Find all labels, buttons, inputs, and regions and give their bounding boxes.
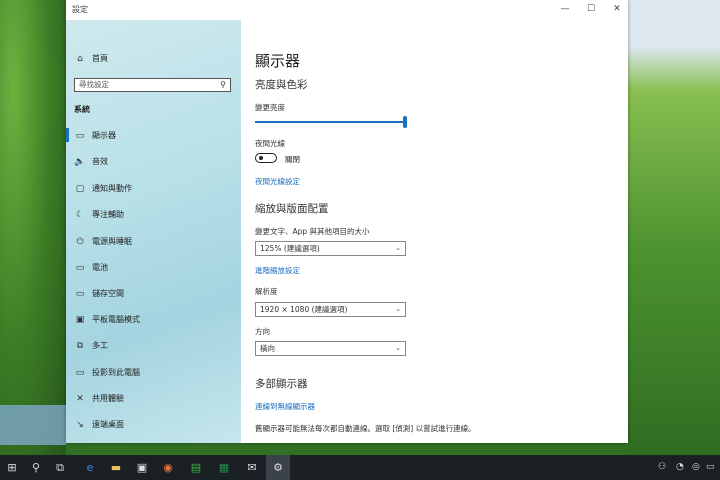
sidebar-item-power[interactable]: ⏻ 電源與睡眠 (74, 236, 132, 247)
advanced-scale-link[interactable]: 進階縮放設定 (255, 265, 300, 276)
night-light-settings-link[interactable]: 夜間光線設定 (255, 176, 300, 187)
battery-icon: ▭ (75, 262, 85, 273)
resolution-dropdown[interactable]: 1920 × 1080 (建議選項) ⌄ (255, 302, 406, 317)
search-icon: ⚲ (220, 80, 226, 89)
search-input[interactable]: 尋找設定 ⚲ (74, 78, 231, 92)
brightness-slider-thumb[interactable] (403, 116, 407, 128)
wifi-icon[interactable]: ◔ (676, 455, 684, 480)
active-indicator (66, 128, 69, 142)
title-bar[interactable]: 設定 — ☐ ✕ (66, 0, 628, 20)
sidebar-item-label: 儲存空間 (92, 289, 124, 298)
sidebar-item-multitasking[interactable]: ⧉ 多工 (74, 340, 108, 351)
start-button[interactable]: ⊞ (0, 455, 24, 480)
night-light-label: 夜間光線 (255, 139, 285, 148)
sidebar-item-shared-experiences[interactable]: ✕ 共用體驗 (74, 393, 124, 404)
sidebar-item-label: 平板電腦模式 (92, 315, 140, 324)
window-title: 設定 (72, 5, 88, 14)
search-button[interactable]: ⚲ (24, 455, 48, 480)
chevron-down-icon: ⌄ (395, 244, 401, 252)
scale-section-title: 縮放與版面配置 (255, 203, 329, 215)
sidebar-item-label: 電池 (92, 263, 108, 272)
sidebar-home[interactable]: ⌂ 首頁 (74, 53, 108, 64)
power-tray-icon[interactable]: ◎ (692, 455, 700, 480)
sidebar-section-title: 系統 (74, 105, 90, 114)
brightness-section-title: 亮度與色彩 (255, 79, 308, 91)
scale-value: 125% (建議選項) (260, 244, 320, 253)
settings-window: 設定 — ☐ ✕ ⌂ 首頁 尋找設定 ⚲ 系統 ▭ 顯示器 🔈 音效 ▢ 通知與… (66, 0, 628, 443)
file-explorer-icon[interactable]: ▬ (104, 455, 128, 480)
sidebar-item-label: 通知與動作 (92, 184, 132, 193)
storage-icon: ▭ (75, 288, 85, 299)
green-app-icon[interactable]: ▤ (184, 455, 208, 480)
resolution-label: 解析度 (255, 287, 278, 296)
maximize-button[interactable]: ☐ (582, 2, 600, 16)
chevron-down-icon: ⌄ (395, 305, 401, 313)
projector-icon: ▭ (75, 367, 85, 378)
orientation-value: 橫向 (260, 344, 275, 353)
chevron-down-icon: ⌄ (395, 344, 401, 352)
multi-display-note: 舊顯示器可能無法每次都自動連線。選取 [偵測] 以嘗試進行連線。 (255, 424, 476, 433)
sidebar-item-label: 電源與睡眠 (92, 237, 132, 246)
moon-icon: ☾ (75, 209, 85, 220)
multi-display-section-title: 多部顯示器 (255, 378, 308, 390)
wallpaper-lake (0, 405, 66, 445)
sidebar-item-focus-assist[interactable]: ☾ 專注輔助 (74, 209, 124, 220)
desktop-wallpaper-left (0, 0, 66, 455)
people-icon[interactable]: ⚇ (658, 455, 666, 480)
brightness-slider-track[interactable] (255, 121, 405, 123)
scale-dropdown[interactable]: 125% (建議選項) ⌄ (255, 241, 406, 256)
sidebar-item-notifications[interactable]: ▢ 通知與動作 (74, 183, 132, 194)
sidebar-item-storage[interactable]: ▭ 儲存空間 (74, 288, 124, 299)
orientation-dropdown[interactable]: 橫向 ⌄ (255, 341, 406, 356)
monitor-icon: ▭ (75, 130, 85, 141)
shared-icon: ✕ (76, 393, 84, 404)
sidebar-item-sound[interactable]: 🔈 音效 (74, 156, 108, 167)
store-icon[interactable]: ▣ (130, 455, 154, 480)
sidebar-item-label: 專注輔助 (92, 210, 124, 219)
excel-icon[interactable]: ▦ (212, 455, 236, 480)
remote-desktop-icon: ↘ (76, 419, 84, 430)
mail-icon[interactable]: ✉ (240, 455, 264, 480)
sidebar-item-label: 遠端桌面 (92, 420, 124, 429)
sidebar-item-tablet-mode[interactable]: ▣ 平板電腦模式 (74, 314, 140, 325)
firefox-icon[interactable]: ◉ (156, 455, 180, 480)
sidebar-item-label: 顯示器 (92, 131, 116, 140)
speaker-icon: 🔈 (74, 156, 86, 167)
sidebar: ⌂ 首頁 尋找設定 ⚲ 系統 ▭ 顯示器 🔈 音效 ▢ 通知與動作 ☾ 專注輔助… (66, 20, 241, 443)
power-icon: ⏻ (76, 236, 84, 247)
sidebar-item-label: 多工 (92, 341, 108, 350)
night-light-state: 關閉 (285, 155, 300, 164)
brightness-label: 變更亮度 (255, 103, 285, 112)
notification-icon: ▢ (75, 183, 85, 194)
desktop-wallpaper-right (628, 0, 720, 455)
sidebar-item-label: 投影到此電腦 (92, 368, 140, 377)
toggle-knob (259, 156, 263, 160)
edge-icon[interactable]: e (78, 455, 102, 480)
task-view-button[interactable]: ⧉ (48, 455, 72, 480)
scale-label: 變更文字、App 與其他項目的大小 (255, 227, 370, 236)
page-title: 顯示器 (255, 52, 301, 70)
close-button[interactable]: ✕ (608, 2, 626, 16)
sidebar-home-label: 首頁 (92, 54, 108, 63)
sidebar-item-label: 共用體驗 (92, 394, 124, 403)
orientation-label: 方向 (255, 327, 270, 336)
multitask-icon: ⧉ (76, 340, 84, 351)
sidebar-item-display[interactable]: ▭ 顯示器 (74, 130, 116, 141)
sidebar-item-remote-desktop[interactable]: ↘ 遠端桌面 (74, 419, 124, 430)
taskbar: ⊞ ⚲ ⧉ e ▬ ▣ ◉ ▤ ▦ ✉ ⚙ ⚇ ◔ ◎ ▭ (0, 455, 720, 480)
notification-center-icon[interactable]: ▭ (706, 455, 715, 480)
settings-taskbar-icon[interactable]: ⚙ (266, 455, 290, 480)
night-light-toggle[interactable] (255, 153, 277, 163)
sidebar-item-label: 音效 (92, 157, 108, 166)
sidebar-item-battery[interactable]: ▭ 電池 (74, 262, 108, 273)
sidebar-item-projecting[interactable]: ▭ 投影到此電腦 (74, 367, 140, 378)
minimize-button[interactable]: — (556, 2, 574, 16)
tablet-icon: ▣ (75, 314, 85, 325)
search-placeholder: 尋找設定 (79, 80, 109, 89)
resolution-value: 1920 × 1080 (建議選項) (260, 305, 348, 314)
wireless-display-link[interactable]: 連線到無線顯示器 (255, 401, 315, 412)
home-icon: ⌂ (77, 53, 83, 64)
